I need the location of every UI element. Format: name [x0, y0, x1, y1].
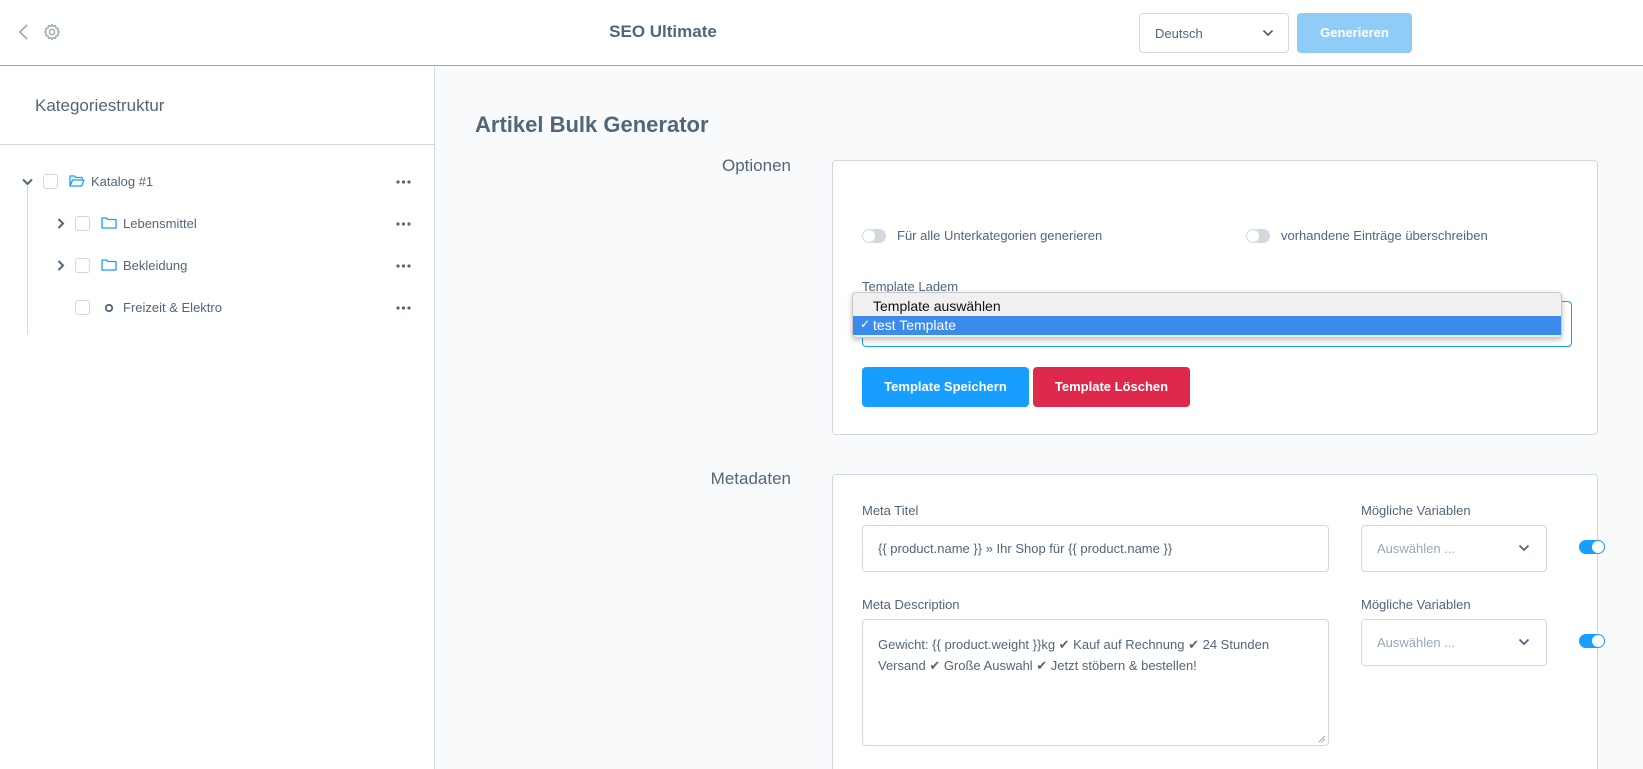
- options-card: Für alle Unterkategorien generieren vorh…: [832, 160, 1598, 435]
- tree-checkbox[interactable]: [75, 300, 90, 315]
- metadata-section-label: Metadaten: [710, 469, 791, 488]
- tree-item-label: Katalog #1: [91, 174, 154, 189]
- template-dropdown: Template auswählen ✓ test Template: [852, 292, 1562, 338]
- check-icon: ✓: [860, 317, 871, 331]
- folder-open-icon: [69, 175, 85, 187]
- overwrite-toggle[interactable]: [1246, 229, 1270, 243]
- meta-title-variables-select[interactable]: Auswählen ...: [1361, 525, 1547, 572]
- chevron-right-icon[interactable]: [57, 260, 65, 271]
- top-bar: SEO Ultimate Deutsch Generieren: [0, 0, 1643, 66]
- metadata-card: Meta Titel {{ product.name }} » Ihr Shop…: [832, 474, 1605, 769]
- folder-icon: [101, 217, 117, 229]
- subcategories-toggle[interactable]: [862, 229, 886, 243]
- tree-checkbox[interactable]: [75, 258, 90, 273]
- variables-label: Mögliche Variablen: [1361, 503, 1471, 518]
- meta-description-value: Gewicht: {{ product.weight }}kg ✔ Kauf a…: [878, 637, 1270, 673]
- leaf-node-icon: [104, 303, 114, 313]
- more-options-icon[interactable]: [396, 222, 411, 226]
- more-options-icon[interactable]: [396, 180, 411, 184]
- app-title: SEO Ultimate: [609, 22, 717, 41]
- overwrite-toggle-label: vorhandene Einträge überschreiben: [1281, 228, 1488, 243]
- language-value: Deutsch: [1155, 26, 1203, 41]
- language-select[interactable]: Deutsch: [1139, 13, 1289, 53]
- meta-title-input[interactable]: {{ product.name }} » Ihr Shop für {{ pro…: [862, 525, 1329, 572]
- meta-description-label: Meta Description: [862, 597, 960, 612]
- options-section-label: Optionen: [722, 156, 791, 175]
- more-options-icon[interactable]: [396, 264, 411, 268]
- meta-description-textarea[interactable]: Gewicht: {{ product.weight }}kg ✔ Kauf a…: [862, 619, 1329, 746]
- folder-icon: [101, 259, 117, 271]
- subcategories-toggle-label: Für alle Unterkategorien generieren: [897, 228, 1103, 243]
- generate-button[interactable]: Generieren: [1297, 13, 1412, 53]
- chevron-right-icon[interactable]: [57, 218, 65, 229]
- tree-item-label: Bekleidung: [123, 258, 188, 273]
- meta-title-label: Meta Titel: [862, 503, 919, 518]
- sidebar-header: Kategoriestruktur: [0, 66, 434, 145]
- resize-handle-icon[interactable]: [1317, 734, 1326, 743]
- sidebar-title: Kategoriestruktur: [35, 96, 165, 115]
- variables-label: Mögliche Variablen: [1361, 597, 1471, 612]
- chevron-down-icon: [1518, 544, 1530, 552]
- chevron-down-icon: [1518, 638, 1530, 646]
- tree-item-label: Freizeit & Elektro: [123, 300, 222, 315]
- page-title: Artikel Bulk Generator: [475, 112, 709, 137]
- variables-placeholder: Auswählen ...: [1377, 541, 1456, 556]
- tree-item-label: Lebensmittel: [123, 216, 197, 231]
- variables-placeholder: Auswählen ...: [1377, 635, 1456, 650]
- tree-item-lebensmittel[interactable]: Lebensmittel: [0, 212, 434, 236]
- tree-checkbox[interactable]: [75, 216, 90, 231]
- tree-checkbox[interactable]: [43, 174, 58, 189]
- more-options-icon[interactable]: [396, 306, 411, 310]
- back-icon[interactable]: [16, 22, 32, 42]
- meta-title-toggle[interactable]: [1579, 540, 1605, 554]
- tree-item-freizeit-elektro[interactable]: Freizeit & Elektro: [0, 296, 434, 320]
- meta-title-value: {{ product.name }} » Ihr Shop für {{ pro…: [878, 541, 1173, 556]
- tree-item-katalog[interactable]: Katalog #1: [0, 170, 434, 194]
- main-content: Artikel Bulk Generator Optionen Für alle…: [435, 66, 1643, 769]
- chevron-down-icon: [1262, 29, 1274, 37]
- meta-description-toggle[interactable]: [1579, 634, 1605, 648]
- template-option-test[interactable]: ✓ test Template: [853, 316, 1561, 335]
- save-template-button[interactable]: Template Speichern: [862, 367, 1029, 407]
- gear-icon[interactable]: [43, 23, 61, 41]
- delete-template-button[interactable]: Template Löschen: [1033, 367, 1190, 407]
- tree-item-bekleidung[interactable]: Bekleidung: [0, 254, 434, 278]
- template-option-default[interactable]: Template auswählen: [853, 297, 1561, 316]
- meta-description-variables-select[interactable]: Auswählen ...: [1361, 619, 1547, 666]
- chevron-down-icon[interactable]: [22, 178, 33, 186]
- sidebar: Kategoriestruktur Katalog #1 Lebensmitte…: [0, 66, 435, 769]
